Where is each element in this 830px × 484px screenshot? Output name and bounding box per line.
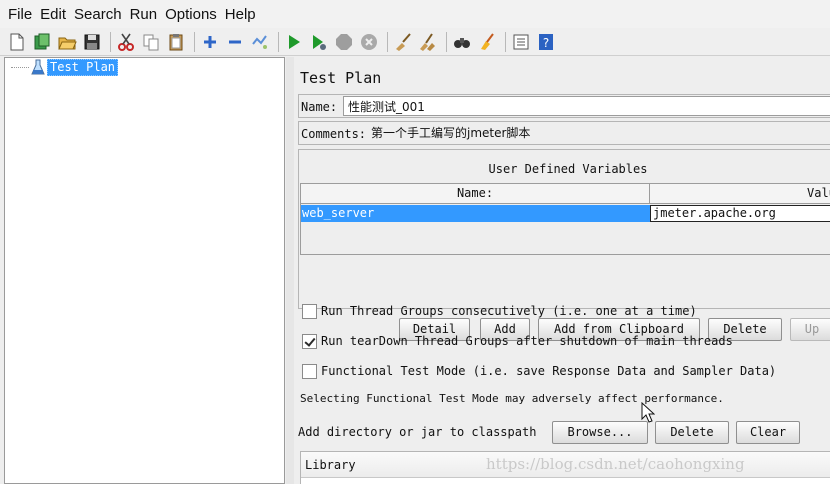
run-consecutively-label: Run Thread Groups consecutively (i.e. on… [321,304,697,318]
tree-connector [11,67,29,68]
up-button[interactable]: Up [790,318,830,341]
comments-row: Comments: 第一个手工编写的jmeter脚本 [298,121,830,145]
toolbar-separator [387,31,388,52]
name-field[interactable]: 性能测试_001 [343,96,830,116]
option-functional-mode[interactable]: Functional Test Mode (i.e. save Response… [302,362,776,380]
comments-field[interactable]: 第一个手工编写的jmeter脚本 [369,123,830,143]
variable-value-cell[interactable]: jmeter.apache.org [650,205,830,222]
new-icon[interactable] [6,31,28,53]
variable-name-cell[interactable]: web_server [301,205,650,222]
name-row: Name: 性能测试_001 [298,94,830,118]
column-header-name[interactable]: Name: [301,184,650,204]
test-plan-tree: Test Plan [4,57,285,484]
toolbar-separator [505,31,506,52]
clear-all-icon[interactable] [417,31,439,53]
function-helper-icon[interactable] [510,31,532,53]
cut-icon[interactable] [115,31,137,53]
split-pane-divider[interactable] [286,57,294,484]
column-header-value[interactable]: Valu [650,184,830,204]
menu-run[interactable]: Run [126,6,162,23]
user-defined-variables: User Defined Variables Name: Valu web_se… [298,149,830,341]
save-icon[interactable] [81,31,103,53]
functional-mode-note: Selecting Functional Test Mode may adver… [300,392,724,405]
functional-mode-checkbox[interactable] [302,363,317,379]
open-icon[interactable] [56,31,78,53]
toolbar: ? [0,28,830,56]
panel-title: Test Plan [300,69,382,87]
start-no-pause-icon[interactable] [308,31,330,53]
toolbar-separator [194,31,195,52]
menu-help[interactable]: Help [221,6,260,23]
toolbar-separator [110,31,111,52]
tree-item-test-plan[interactable]: Test Plan [47,59,119,76]
option-run-teardown[interactable]: Run tearDown Thread Groups after shutdow… [302,332,733,350]
menu-options[interactable]: Options [161,6,221,23]
svg-text:?: ? [543,36,549,50]
watermark: https://blog.csdn.net/caohongxing [486,455,745,473]
toolbar-separator [278,31,279,52]
run-teardown-checkbox[interactable] [302,333,317,349]
menu-edit[interactable]: Edit [36,6,70,23]
menu-bar: File Edit Search Run Options Help [0,0,830,28]
browse-button[interactable]: Browse... [552,421,648,444]
menu-file[interactable]: File [4,6,36,23]
mouse-cursor-icon [641,402,655,423]
name-label: Name: [301,100,338,114]
paste-icon[interactable] [165,31,187,53]
collapse-icon[interactable] [224,31,246,53]
stop-icon[interactable] [333,31,355,53]
clear-icon[interactable] [392,31,414,53]
reset-search-icon[interactable] [476,31,498,53]
udv-title: User Defined Variables [488,162,648,176]
expand-icon[interactable] [199,31,221,53]
run-consecutively-checkbox[interactable] [302,303,317,319]
menu-search[interactable]: Search [70,6,126,23]
variables-table: Name: Valu web_server jmeter.apache.org [300,183,830,255]
delete-classpath-button[interactable]: Delete [655,421,729,444]
option-run-consecutively[interactable]: Run Thread Groups consecutively (i.e. on… [302,302,697,320]
toggle-icon[interactable] [249,31,271,53]
templates-icon[interactable] [31,31,53,53]
clear-classpath-button[interactable]: Clear [736,421,800,444]
search-icon[interactable] [451,31,473,53]
copy-icon[interactable] [140,31,162,53]
test-plan-panel: Test Plan Name: 性能测试_001 Comments: 第一个手工… [294,57,830,484]
functional-mode-label: Functional Test Mode (i.e. save Response… [321,364,777,378]
toolbar-separator [446,31,447,52]
test-plan-icon [31,59,45,75]
classpath-label: Add directory or jar to classpath [298,425,537,439]
help-icon[interactable]: ? [535,31,557,53]
start-icon[interactable] [283,31,305,53]
shutdown-icon[interactable] [358,31,380,53]
comments-label: Comments: [301,127,367,141]
run-teardown-label: Run tearDown Thread Groups after shutdow… [321,334,733,348]
